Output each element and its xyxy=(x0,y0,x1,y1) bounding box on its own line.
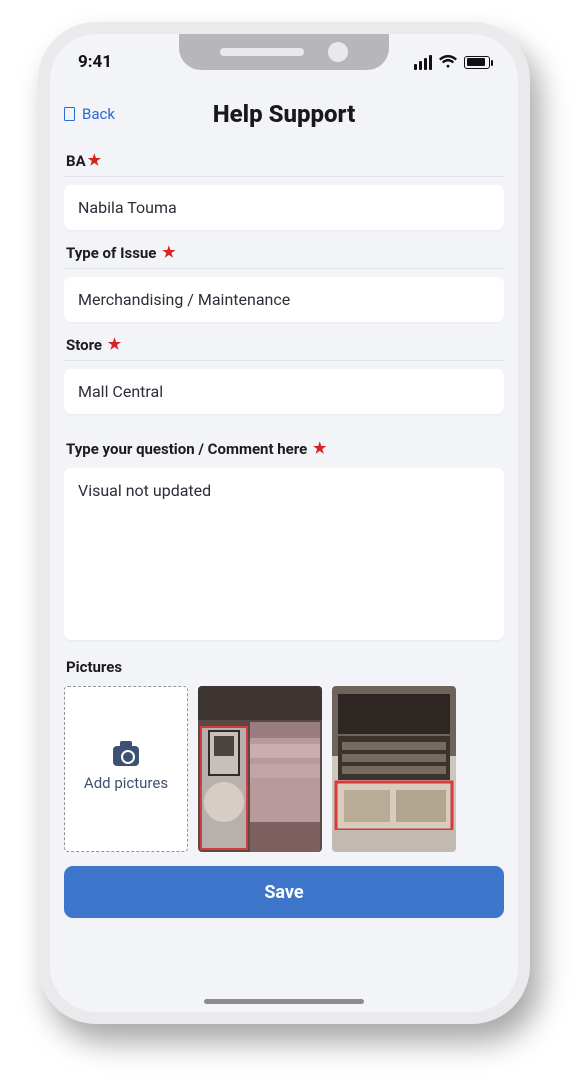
comment-label-row: Type your question / Comment here ★ xyxy=(64,436,504,464)
store-label-row: Store ★ xyxy=(64,332,504,361)
app-header: Back Help Support xyxy=(64,90,504,138)
help-support-form: BA★ Nabila Touma Type of Issue ★ Merchan… xyxy=(64,138,504,1000)
pictures-row: Add pictures xyxy=(64,686,504,852)
phone-frame: 9:41 Back Help Support xyxy=(38,22,530,1024)
required-marker: ★ xyxy=(162,243,175,261)
status-icons xyxy=(414,55,490,70)
issue-type-value: Merchandising / Maintenance xyxy=(78,290,290,309)
add-pictures-label: Add pictures xyxy=(84,774,168,792)
ba-label: BA xyxy=(66,152,86,170)
issue-type-label-row: Type of Issue ★ xyxy=(64,240,504,269)
required-marker: ★ xyxy=(88,151,101,169)
wifi-icon xyxy=(439,55,457,69)
ba-label-row: BA★ xyxy=(64,148,504,177)
app-screen: Back Help Support BA★ Nabila Touma Type … xyxy=(50,90,518,1012)
field-issue-type: Type of Issue ★ Merchandising / Maintena… xyxy=(64,240,504,322)
signal-icon xyxy=(414,55,432,70)
store-label: Store xyxy=(66,336,102,354)
comment-textarea[interactable]: Visual not updated xyxy=(64,468,504,640)
notch xyxy=(179,34,389,70)
camera-icon xyxy=(113,746,139,766)
field-pictures: Pictures Add pictures xyxy=(64,654,504,852)
comment-label: Type your question / Comment here xyxy=(66,440,307,458)
save-label: Save xyxy=(264,882,303,903)
pictures-label-row: Pictures xyxy=(64,654,504,682)
picture-thumbnail-1[interactable] xyxy=(198,686,322,852)
field-comment: Type your question / Comment here ★ Visu… xyxy=(64,436,504,640)
issue-type-select[interactable]: Merchandising / Maintenance xyxy=(64,277,504,322)
pictures-label: Pictures xyxy=(66,658,122,676)
back-button[interactable]: Back xyxy=(64,105,115,123)
back-icon xyxy=(64,107,75,121)
issue-type-label: Type of Issue xyxy=(66,244,156,262)
home-indicator[interactable] xyxy=(204,999,364,1004)
page-title: Help Support xyxy=(64,100,504,128)
battery-icon xyxy=(464,56,490,69)
comment-value: Visual not updated xyxy=(78,481,211,500)
picture-thumbnail-2[interactable] xyxy=(332,686,456,852)
field-store: Store ★ Mall Central xyxy=(64,332,504,414)
ba-value: Nabila Touma xyxy=(78,198,177,217)
field-ba: BA★ Nabila Touma xyxy=(64,148,504,230)
store-select[interactable]: Mall Central xyxy=(64,369,504,414)
add-pictures-button[interactable]: Add pictures xyxy=(64,686,188,852)
required-marker: ★ xyxy=(108,335,121,353)
back-label: Back xyxy=(82,105,115,123)
ba-input[interactable]: Nabila Touma xyxy=(64,185,504,230)
status-time: 9:41 xyxy=(78,52,112,72)
required-marker: ★ xyxy=(313,439,326,457)
save-button[interactable]: Save xyxy=(64,866,504,918)
store-value: Mall Central xyxy=(78,382,163,401)
